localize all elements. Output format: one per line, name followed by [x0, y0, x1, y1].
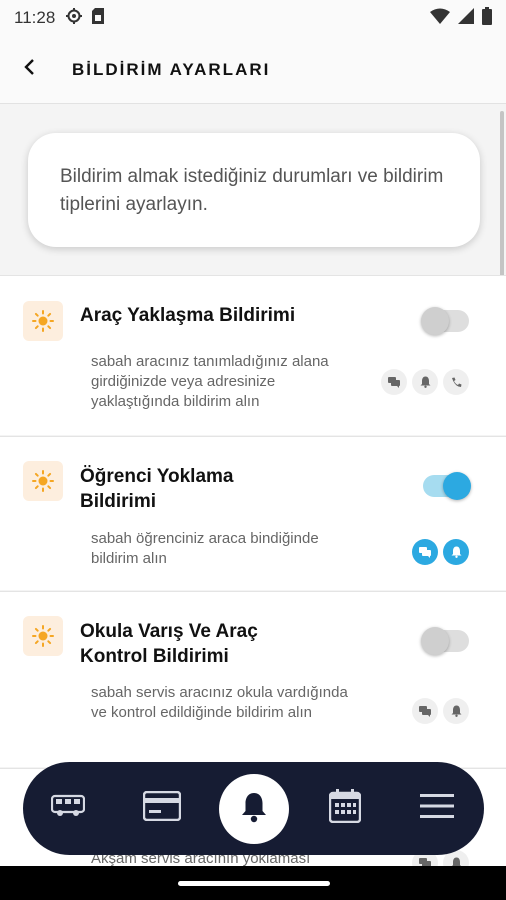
notification-title: Araç Yaklaşma Bildirimi	[80, 305, 296, 326]
message-icon[interactable]	[412, 698, 438, 724]
bell-icon[interactable]	[412, 369, 438, 395]
app-bar: BİLDİRİM AYARLARI	[0, 36, 506, 104]
bell-icon[interactable]	[443, 539, 469, 565]
notification-description: sabah aracınız tanımladığınız alana gird…	[91, 353, 329, 410]
wifi-icon	[430, 8, 450, 29]
notification-title: Okula Varış Ve Araç Kontrol Bildirimi	[80, 621, 258, 667]
nav-item-bus[interactable]	[38, 762, 98, 855]
chevron-left-icon	[23, 58, 37, 81]
channel-icons	[412, 698, 469, 724]
message-icon[interactable]	[412, 539, 438, 565]
card-icon	[142, 790, 182, 826]
sim-card-icon	[91, 7, 105, 30]
intro-text: Bildirim almak istediğiniz durumları ve …	[60, 166, 444, 215]
notification-item-ogrenci-yoklama: Öğrenci Yoklama Bildirimi sabah öğrencin…	[0, 436, 506, 590]
notification-item-arac-yaklasma: Araç Yaklaşma Bildirimi sabah aracınız t…	[0, 275, 506, 435]
signal-icon	[458, 7, 474, 29]
bottom-navigation	[23, 762, 484, 855]
nav-item-notifications[interactable]	[219, 774, 289, 844]
nav-item-calendar[interactable]	[315, 762, 375, 855]
bell-icon[interactable]	[443, 698, 469, 724]
sun-icon	[23, 616, 63, 656]
home-indicator[interactable]	[178, 881, 330, 886]
sun-icon	[23, 301, 63, 341]
calendar-icon	[328, 789, 362, 828]
notification-description: sabah öğrenciniz araca bindiğinde bildir…	[91, 530, 319, 567]
page-title: BİLDİRİM AYARLARI	[72, 59, 271, 79]
channel-icons	[412, 539, 469, 565]
settings-icon	[65, 7, 83, 30]
phone-icon[interactable]	[443, 369, 469, 395]
system-navigation-bar	[0, 866, 506, 900]
menu-icon	[420, 793, 454, 824]
channel-icons	[381, 369, 469, 395]
status-bar: 11:28	[0, 0, 506, 36]
battery-icon	[482, 6, 492, 30]
status-time: 11:28	[14, 8, 56, 27]
notification-item-okula-varis: Okula Varış Ve Araç Kontrol Bildirimi sa…	[0, 591, 506, 767]
notification-title: Öğrenci Yoklama Bildirimi	[80, 466, 234, 512]
nav-item-card[interactable]	[132, 762, 192, 855]
nav-item-menu[interactable]	[407, 762, 467, 855]
notification-description: sabah servis aracınız okula vardığında v…	[91, 684, 348, 721]
notification-toggle[interactable]	[421, 307, 469, 335]
notification-toggle[interactable]	[423, 472, 471, 500]
sun-icon	[23, 461, 63, 501]
back-button[interactable]	[0, 36, 60, 104]
bell-icon	[240, 791, 268, 828]
notification-toggle[interactable]	[421, 627, 469, 655]
bus-icon	[50, 794, 86, 823]
intro-card: Bildirim almak istediğiniz durumları ve …	[28, 133, 480, 247]
message-icon[interactable]	[381, 369, 407, 395]
